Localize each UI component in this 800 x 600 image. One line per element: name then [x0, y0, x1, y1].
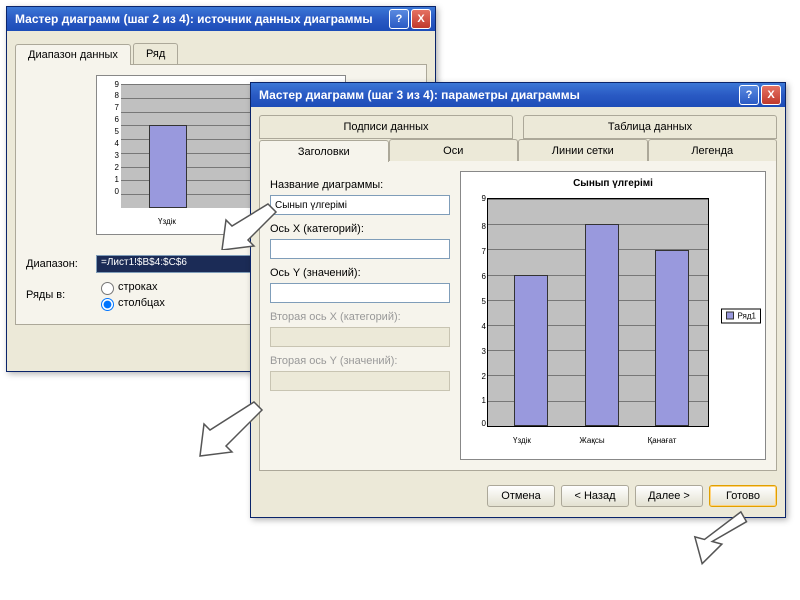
close-icon[interactable]: X [761, 85, 781, 105]
panel-body: Название диаграммы: Ось X (категорий): О… [259, 161, 777, 471]
ytick: 3 [103, 151, 119, 160]
ytick: 8 [103, 91, 119, 100]
x2-axis-input [270, 327, 450, 347]
upper-tab-row: Подписи данных Таблица данных [251, 107, 785, 139]
radio-cols-label: столбцах [118, 297, 165, 309]
help-icon[interactable]: ? [389, 9, 409, 29]
y-axis-label: Ось Y (значений): [270, 267, 450, 279]
tab-gridlines[interactable]: Линии сетки [518, 139, 648, 161]
y-axis-input[interactable] [270, 283, 450, 303]
window-title: Мастер диаграмм (шаг 3 из 4): параметры … [259, 88, 737, 102]
titlebar[interactable]: Мастер диаграмм (шаг 3 из 4): параметры … [251, 83, 785, 107]
ytick: 6 [103, 115, 119, 124]
titlebar[interactable]: Мастер диаграмм (шаг 2 из 4): источник д… [7, 7, 435, 31]
xlabel: Үздік [142, 217, 192, 226]
ytick: 1 [468, 396, 486, 405]
tab-data-range[interactable]: Диапазон данных [15, 44, 131, 65]
chart-wizard-step3-window: Мастер диаграмм (шаг 3 из 4): параметры … [250, 82, 786, 518]
radio-cols[interactable]: столбцах [96, 295, 165, 311]
ytick: 9 [468, 194, 486, 203]
pointer-arrow-icon [218, 200, 278, 250]
legend-label: Ряд1 [737, 311, 756, 320]
ytick: 0 [103, 187, 119, 196]
ytick: 2 [103, 163, 119, 172]
x-axis-input[interactable] [270, 239, 450, 259]
ytick: 5 [103, 127, 119, 136]
help-icon[interactable]: ? [739, 85, 759, 105]
plot-area: 9 8 7 6 5 4 3 2 1 0 [487, 198, 709, 427]
ytick: 7 [468, 247, 486, 256]
ytick: 7 [103, 103, 119, 112]
radio-rows[interactable]: строках [96, 279, 165, 295]
tab-legend[interactable]: Легенда [648, 139, 778, 161]
close-icon[interactable]: X [411, 9, 431, 29]
lower-tab-row: Заголовки Оси Линии сетки Легенда [251, 139, 785, 161]
cancel-button[interactable]: Отмена [487, 485, 555, 507]
bar [149, 125, 187, 208]
xlabel: Қанағат [639, 436, 685, 445]
x2-axis-label: Вторая ось X (категорий): [270, 311, 450, 323]
chart-title-input[interactable] [270, 195, 450, 215]
legend: Ряд1 [721, 308, 761, 323]
x-axis-label: Ось X (категорий): [270, 223, 450, 235]
xlabel: Үздік [499, 436, 545, 445]
chart-preview-large: Сынып үлгерімі 9 8 7 6 5 4 3 2 1 0 [460, 171, 766, 460]
ytick: 5 [468, 297, 486, 306]
tabstrip: Диапазон данных Ряд [15, 43, 427, 65]
radio-rows-input[interactable] [101, 282, 114, 295]
radio-rows-label: строках [118, 281, 157, 293]
ytick: 1 [103, 175, 119, 184]
chart-title-label: Название диаграммы: [270, 179, 450, 191]
bar [585, 224, 619, 426]
y2-axis-input [270, 371, 450, 391]
window-title: Мастер диаграмм (шаг 2 из 4): источник д… [15, 12, 387, 26]
tab-data-labels[interactable]: Подписи данных [259, 115, 513, 139]
ytick: 6 [468, 272, 486, 281]
legend-swatch [726, 312, 734, 320]
ytick: 0 [468, 419, 486, 428]
tab-axes[interactable]: Оси [389, 139, 519, 161]
ytick: 4 [468, 322, 486, 331]
preview-title: Сынып үлгерімі [461, 178, 765, 189]
tab-data-table[interactable]: Таблица данных [523, 115, 777, 139]
titles-form: Название диаграммы: Ось X (категорий): О… [270, 171, 450, 460]
rows-in-label: Ряды в: [26, 289, 96, 301]
xlabel: Жақсы [569, 436, 615, 445]
ytick: 8 [468, 222, 486, 231]
bar [514, 275, 548, 426]
bar [655, 250, 689, 426]
pointer-arrow-icon [196, 398, 266, 458]
y2-axis-label: Вторая ось Y (значений): [270, 355, 450, 367]
back-button[interactable]: < Назад [561, 485, 629, 507]
tab-series[interactable]: Ряд [133, 43, 178, 64]
pointer-arrow-icon [680, 500, 750, 570]
range-label: Диапазон: [26, 258, 96, 270]
ytick: 3 [468, 347, 486, 356]
tab-titles[interactable]: Заголовки [259, 140, 389, 162]
ytick: 2 [468, 372, 486, 381]
ytick: 4 [103, 139, 119, 148]
radio-cols-input[interactable] [101, 298, 114, 311]
ytick: 9 [103, 80, 119, 89]
